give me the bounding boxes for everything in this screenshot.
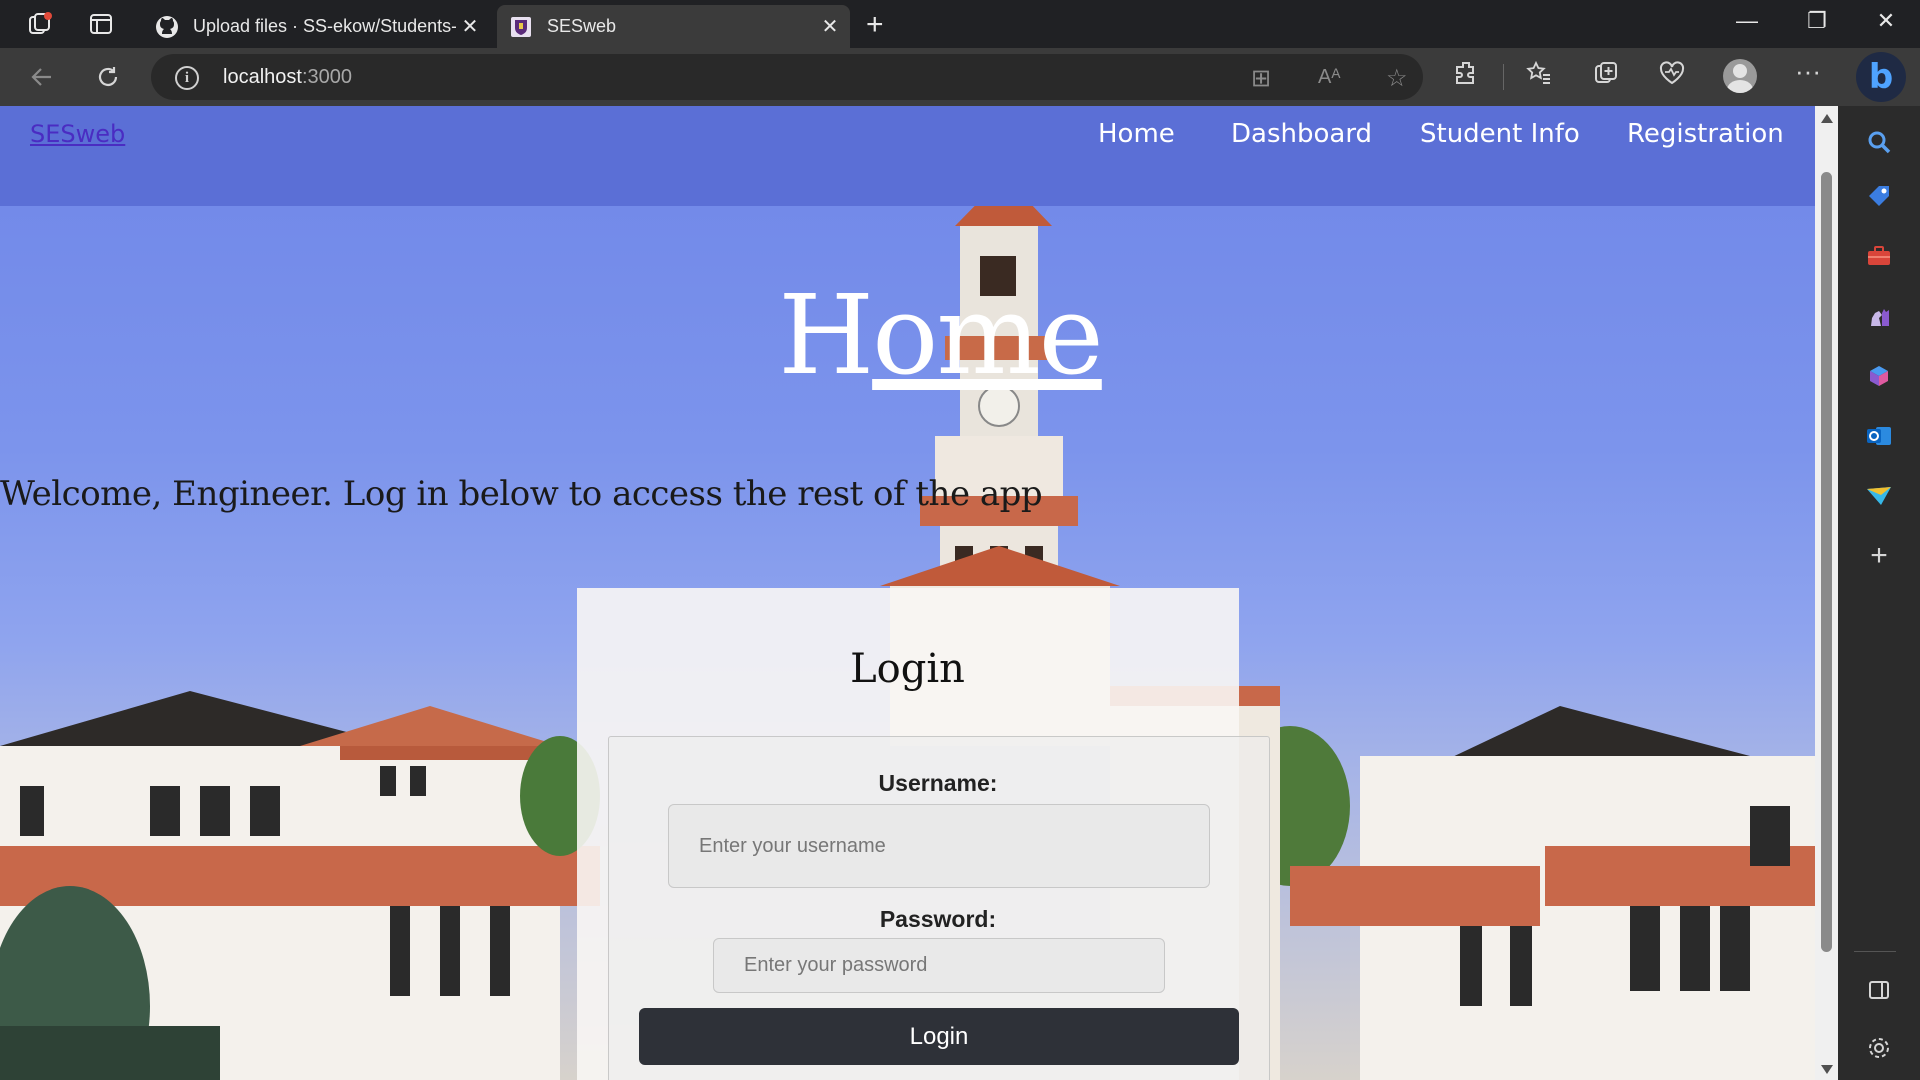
favorite-star-icon[interactable]: ☆ [1386, 64, 1408, 93]
restore-icon[interactable]: ❐ [1797, 8, 1837, 34]
page-scrollbar[interactable] [1815, 106, 1838, 1080]
university-crest-icon [509, 15, 533, 39]
outlook-icon[interactable] [1861, 418, 1897, 454]
profile-avatar[interactable] [1723, 59, 1757, 93]
browser-essentials-icon[interactable] [1655, 60, 1689, 93]
nav-registration[interactable]: Registration [1627, 119, 1784, 149]
collections-icon[interactable] [1589, 60, 1623, 93]
close-window-icon[interactable]: ✕ [1866, 8, 1906, 34]
password-placeholder: Enter your password [744, 954, 928, 976]
read-aloud-icon[interactable]: Aᴬ [1318, 66, 1340, 89]
edge-sidebar: + [1838, 106, 1920, 1080]
tab-upload-files[interactable]: Upload files · SS-ekow/Students- ✕ [143, 5, 490, 48]
back-icon[interactable] [26, 61, 58, 93]
workspaces-icon[interactable] [26, 10, 54, 38]
toolbar-divider [1503, 64, 1504, 90]
scroll-up-arrow-icon[interactable] [1821, 114, 1833, 123]
sidebar-settings-gear-icon[interactable] [1861, 1030, 1897, 1066]
browser-tab-bar: Upload files · SS-ekow/Students- ✕ SESwe… [0, 0, 1920, 48]
site-navbar: SESweb Home Dashboard Student Info Regis… [0, 106, 1815, 206]
address-bar[interactable]: i localhost:3000 ⊞ Aᴬ ☆ [151, 54, 1423, 100]
tools-briefcase-icon[interactable] [1861, 238, 1897, 274]
nav-home[interactable]: Home [1098, 119, 1175, 149]
search-icon[interactable] [1861, 124, 1897, 160]
url-text[interactable]: localhost:3000 [223, 66, 352, 89]
games-icon[interactable] [1861, 298, 1897, 334]
copilot-icon[interactable] [1861, 358, 1897, 394]
github-icon [155, 15, 179, 39]
password-label: Password: [879, 906, 997, 932]
new-tab-button[interactable]: + [866, 8, 884, 42]
site-info-icon[interactable]: i [175, 66, 199, 90]
tab-sesweb[interactable]: SESweb ✕ [497, 5, 850, 48]
login-heading: Login [850, 646, 965, 692]
page-title: Home [778, 271, 1104, 399]
tab-title: Upload files · SS-ekow/Students- [193, 16, 456, 36]
sidebar-divider [1854, 951, 1896, 952]
username-input[interactable]: Enter your username [668, 804, 1210, 888]
close-tab-icon[interactable]: ✕ [456, 14, 484, 39]
app-available-icon[interactable]: ⊞ [1251, 64, 1271, 93]
scroll-down-arrow-icon[interactable] [1821, 1065, 1833, 1074]
more-options-icon[interactable]: ··· [1791, 56, 1825, 87]
minimize-icon[interactable]: — [1727, 8, 1767, 34]
page-viewport: SESweb Home Dashboard Student Info Regis… [0, 106, 1815, 1080]
vertical-tabs-icon[interactable] [87, 10, 115, 38]
bing-copilot-icon[interactable]: b [1856, 52, 1906, 102]
extensions-icon[interactable] [1449, 60, 1483, 93]
nav-student-info[interactable]: Student Info [1420, 119, 1580, 149]
close-tab-icon[interactable]: ✕ [816, 14, 844, 39]
welcome-message: Welcome, Engineer. Log in below to acces… [0, 474, 1043, 514]
favorites-icon[interactable] [1522, 60, 1556, 93]
add-sidebar-app-icon[interactable]: + [1861, 538, 1897, 574]
refresh-icon[interactable] [92, 61, 124, 93]
password-input[interactable]: Enter your password [713, 938, 1165, 993]
username-label: Username: [878, 770, 998, 796]
browser-toolbar: i localhost:3000 ⊞ Aᴬ ☆ ··· b [0, 48, 1920, 106]
drop-send-icon[interactable] [1861, 478, 1897, 514]
brand-link[interactable]: SESweb [30, 120, 125, 148]
nav-dashboard[interactable]: Dashboard [1231, 119, 1372, 149]
username-placeholder: Enter your username [699, 834, 886, 857]
hide-sidebar-icon[interactable] [1861, 972, 1897, 1008]
tab-title: SESweb [547, 16, 617, 36]
shopping-tag-icon[interactable] [1861, 178, 1897, 214]
scrollbar-thumb[interactable] [1821, 172, 1832, 952]
login-button[interactable]: Login [639, 1008, 1239, 1065]
